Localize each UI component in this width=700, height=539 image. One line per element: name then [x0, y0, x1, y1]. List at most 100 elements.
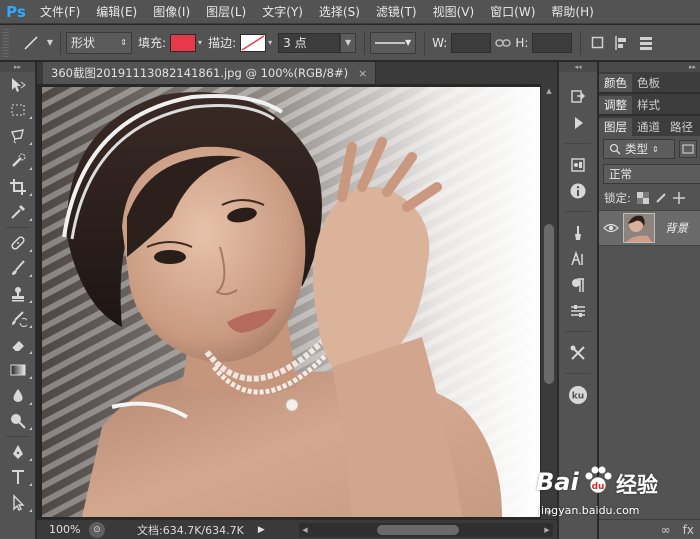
- type-tool[interactable]: [0, 465, 36, 491]
- menu-window[interactable]: 窗口(W): [482, 0, 543, 24]
- eraser-icon: [11, 340, 24, 352]
- toolbox-collapse-icon[interactable]: ▸▸: [0, 62, 35, 72]
- history-brush-tool[interactable]: [0, 307, 36, 333]
- dodge-icon: [11, 414, 26, 429]
- marquee-icon: [11, 104, 25, 116]
- tab-adjustments[interactable]: 调整: [599, 96, 632, 114]
- link-dimensions-button[interactable]: [491, 31, 515, 55]
- line-tool-icon: [24, 35, 38, 50]
- actions-panel-button[interactable]: [559, 110, 597, 136]
- tab-layers[interactable]: 图层: [599, 118, 632, 136]
- lasso-tool[interactable]: [0, 123, 36, 149]
- kuler-panel-button[interactable]: ku: [559, 382, 597, 408]
- character-panel-button[interactable]: [559, 246, 597, 272]
- tool-mode-select[interactable]: 形状 ⇕: [66, 31, 132, 54]
- link-layers-icon[interactable]: ∞: [661, 523, 671, 537]
- options-grip[interactable]: [3, 28, 9, 57]
- document-tab[interactable]: 360截图20191113082141861.jpg @ 100%(RGB/8#…: [43, 62, 377, 84]
- path-select-tool[interactable]: [0, 490, 36, 516]
- svg-text:ku: ku: [572, 392, 584, 402]
- horizontal-scroll-thumb[interactable]: [377, 525, 459, 535]
- crop-tool[interactable]: [0, 174, 36, 200]
- zoom-level[interactable]: 100%: [37, 520, 85, 539]
- properties-panel-button[interactable]: [559, 298, 597, 324]
- dodge-tool[interactable]: [0, 409, 36, 435]
- chevron-down-icon[interactable]: ▾: [198, 38, 202, 47]
- stroke-type-select[interactable]: ▼: [370, 31, 417, 54]
- brush-tool[interactable]: [0, 256, 36, 282]
- horizontal-scrollbar[interactable]: ◀ ▶: [299, 523, 553, 537]
- photoshop-logo: Ps: [6, 2, 26, 21]
- menu-layer[interactable]: 图层(L): [198, 0, 254, 24]
- path-arrange-button[interactable]: [634, 31, 658, 55]
- menu-help[interactable]: 帮助(H): [543, 0, 601, 24]
- gradient-tool[interactable]: [0, 358, 36, 384]
- canvas-image[interactable]: [42, 87, 540, 517]
- chevron-down-icon[interactable]: ▾: [268, 38, 272, 47]
- healing-brush-tool[interactable]: [0, 230, 36, 256]
- menu-select[interactable]: 选择(S): [311, 0, 368, 24]
- tool-presets-panel-button[interactable]: [559, 340, 597, 366]
- adjustments-panel-button[interactable]: [559, 152, 597, 178]
- scroll-right-icon[interactable]: ▶: [541, 523, 553, 537]
- share-icon[interactable]: ⊙: [89, 521, 105, 538]
- quick-select-tool[interactable]: [0, 149, 36, 175]
- marquee-tool[interactable]: [0, 98, 36, 124]
- layer-style-icon[interactable]: fx: [683, 523, 694, 537]
- fill-color-swatch[interactable]: [170, 33, 197, 52]
- layer-row[interactable]: 背景: [599, 210, 700, 246]
- adjustments-icon: [571, 158, 585, 172]
- layer-filter-select[interactable]: 类型 ⇕: [603, 139, 675, 159]
- vertical-scrollbar[interactable]: ▲ ▼: [541, 84, 557, 520]
- menu-edit[interactable]: 编辑(E): [88, 0, 145, 24]
- path-select-icon: [13, 494, 25, 511]
- eraser-tool[interactable]: [0, 332, 36, 358]
- clone-stamp-icon: [12, 286, 24, 302]
- history-brush-icon: [12, 311, 27, 328]
- brush-presets-panel-button[interactable]: [559, 220, 597, 246]
- lock-paint-icon[interactable]: [655, 192, 667, 204]
- menu-file[interactable]: 文件(F): [32, 0, 88, 24]
- stroke-width-input[interactable]: 3 点: [278, 32, 341, 53]
- tab-channels[interactable]: 通道: [632, 118, 665, 136]
- stroke-color-swatch[interactable]: [240, 33, 267, 52]
- tools-icon: [570, 345, 585, 360]
- tab-styles[interactable]: 样式: [632, 96, 665, 114]
- paragraph-panel-button[interactable]: [559, 272, 597, 298]
- panel-collapse-icon[interactable]: ▸▸: [599, 62, 700, 72]
- pen-tool[interactable]: [0, 439, 36, 465]
- menu-image[interactable]: 图像(I): [145, 0, 198, 24]
- tab-swatches[interactable]: 色板: [632, 74, 665, 92]
- close-icon[interactable]: ×: [358, 67, 367, 80]
- dock-collapse-icon[interactable]: ◂◂: [559, 62, 597, 72]
- info-panel-button[interactable]: [559, 178, 597, 204]
- status-menu-icon[interactable]: ▶: [258, 525, 265, 535]
- move-tool[interactable]: [0, 72, 36, 98]
- character-icon: [571, 250, 583, 266]
- eyedropper-tool[interactable]: [0, 200, 36, 226]
- brush-presets-icon: [575, 226, 581, 240]
- path-alignment-button[interactable]: [610, 31, 634, 55]
- vertical-scroll-thumb[interactable]: [544, 224, 554, 384]
- blur-tool[interactable]: [0, 383, 36, 409]
- scroll-up-icon[interactable]: ▲: [541, 84, 557, 98]
- menu-view[interactable]: 视图(V): [425, 0, 483, 24]
- tool-preset-picker[interactable]: [17, 31, 45, 55]
- chevron-down-icon[interactable]: ▼: [45, 31, 55, 55]
- filter-pixel-button[interactable]: [679, 140, 697, 158]
- menu-type[interactable]: 文字(Y): [254, 0, 311, 24]
- menu-filter[interactable]: 滤镜(T): [368, 0, 425, 24]
- lock-transparent-icon[interactable]: [636, 192, 649, 204]
- scroll-left-icon[interactable]: ◀: [299, 523, 311, 537]
- lock-move-icon[interactable]: [672, 192, 685, 204]
- tab-paths[interactable]: 路径: [665, 118, 698, 136]
- layer-visibility-toggle[interactable]: [599, 222, 623, 234]
- tab-color[interactable]: 颜色: [599, 74, 632, 92]
- blend-mode-select[interactable]: 正常: [603, 164, 700, 184]
- height-input[interactable]: [532, 32, 573, 53]
- clone-stamp-tool[interactable]: [0, 281, 36, 307]
- stroke-width-dropdown[interactable]: ▼: [340, 32, 357, 53]
- width-input[interactable]: [451, 32, 492, 53]
- path-operations-button[interactable]: [586, 31, 610, 55]
- history-panel-button[interactable]: [559, 84, 597, 110]
